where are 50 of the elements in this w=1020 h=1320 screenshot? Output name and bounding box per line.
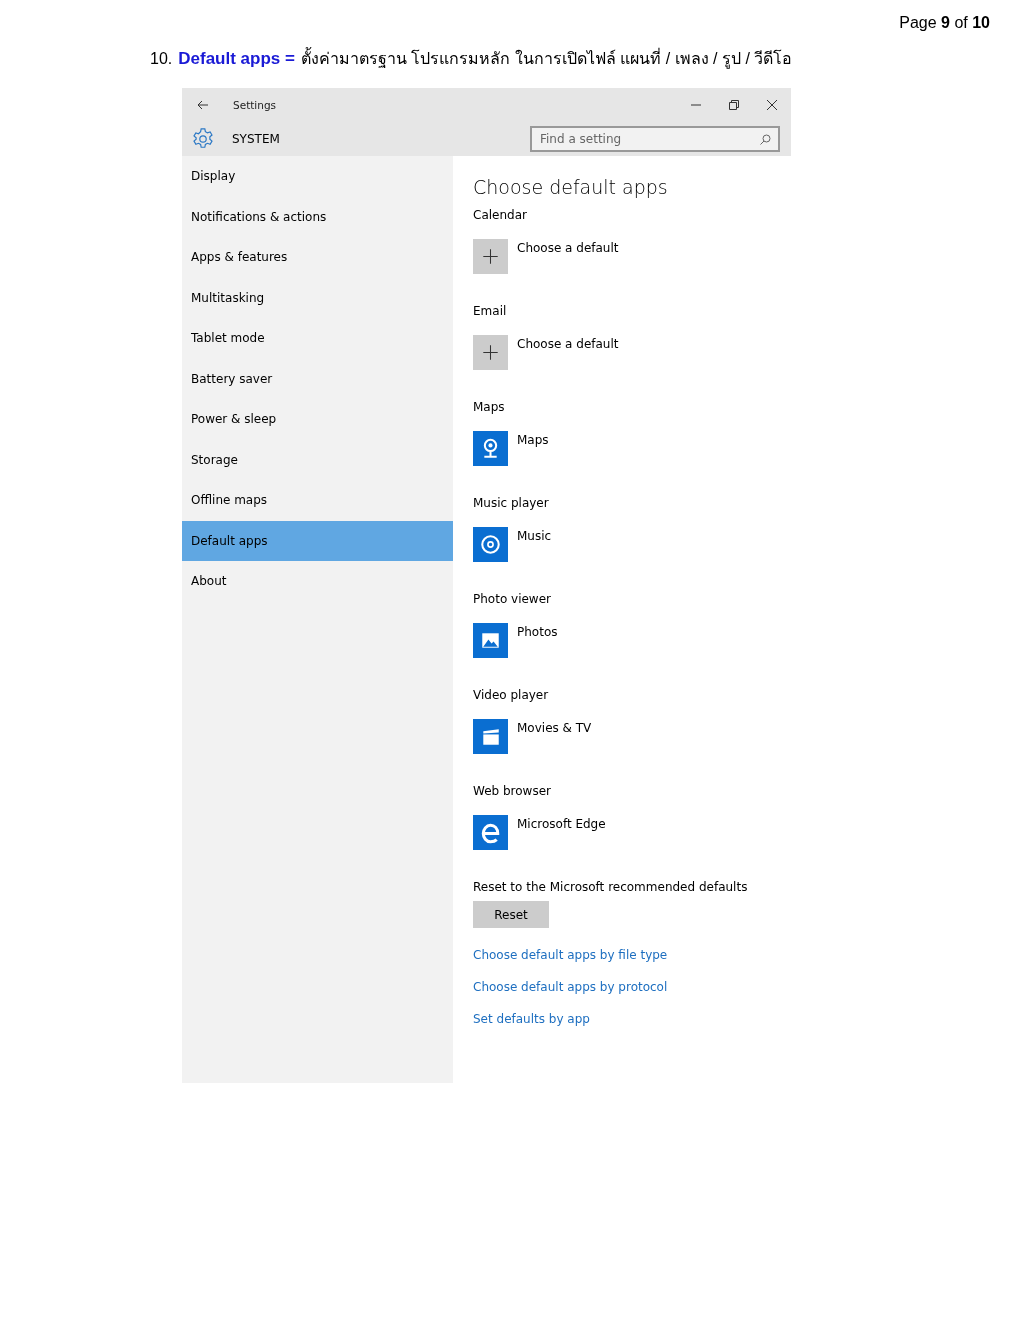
restore-icon[interactable] <box>729 100 739 110</box>
add-tile-icon[interactable] <box>473 335 508 370</box>
page-number: Page 9 of 10 <box>898 14 990 32</box>
app-name[interactable]: Choose a default <box>517 337 619 351</box>
gear-icon <box>192 128 214 150</box>
app-name[interactable]: Movies & TV <box>517 721 592 735</box>
category-label: Photo viewer <box>473 592 552 606</box>
heading-description: ตั้งค่ามาตรฐาน โปรแกรมหลัก ในการเปิดไฟล์ แผนที่ / เพลง / รูป / วีดีโอ <box>300 46 793 71</box>
add-tile-icon[interactable] <box>473 239 508 274</box>
category-label: Web browser <box>473 784 552 798</box>
search-icon <box>760 134 771 145</box>
sidebar-item[interactable]: Storage <box>182 439 453 480</box>
category-label: Video player <box>473 688 550 702</box>
sidebar-item[interactable]: Offline maps <box>182 480 453 521</box>
sidebar-item[interactable]: Power & sleep <box>182 399 453 440</box>
link[interactable]: Set defaults by app <box>473 1012 590 1026</box>
sidebar-item[interactable]: About <box>182 561 453 602</box>
app-name[interactable]: Maps <box>517 433 549 447</box>
link[interactable]: Choose default apps by file type <box>473 948 668 962</box>
close-icon[interactable] <box>767 100 777 110</box>
browser-tile-icon[interactable] <box>473 815 508 850</box>
category-label: Email <box>473 304 508 318</box>
search-field[interactable]: Find a setting <box>530 126 780 152</box>
category-label: Calendar <box>473 208 528 222</box>
category-label: Music player <box>473 496 550 510</box>
sidebar-item[interactable]: Notifications & actions <box>182 196 453 237</box>
app-name[interactable]: Music <box>517 529 552 543</box>
disc-tile-icon[interactable] <box>473 527 508 562</box>
reset-button[interactable]: Reset <box>473 901 549 928</box>
reset-label: Reset to the Microsoft recommended defaults <box>473 880 748 894</box>
section-title: SYSTEM <box>232 132 280 146</box>
map-pin-tile-icon[interactable] <box>473 431 508 466</box>
sidebar-item[interactable]: Multitasking <box>182 277 453 318</box>
app-name[interactable]: Photos <box>517 625 558 639</box>
sidebar-item[interactable]: Default apps <box>182 520 453 561</box>
heading-title: Default apps = <box>178 49 295 69</box>
photo-tile-icon[interactable] <box>473 623 508 658</box>
window-title: Settings <box>233 99 277 111</box>
sidebar-item[interactable]: Apps & features <box>182 237 453 278</box>
link[interactable]: Choose default apps by protocol <box>473 980 668 994</box>
app-name[interactable]: Choose a default <box>517 241 619 255</box>
page-title: Choose default apps <box>473 176 668 198</box>
back-arrow-icon[interactable] <box>197 100 209 110</box>
category-label: Maps <box>473 400 506 414</box>
clapperboard-tile-icon[interactable] <box>473 719 508 754</box>
heading-number: 10. <box>150 50 173 68</box>
sidebar-item[interactable]: Tablet mode <box>182 318 453 359</box>
sidebar-item[interactable]: Display <box>182 156 453 197</box>
app-name[interactable]: Microsoft Edge <box>517 817 606 831</box>
sidebar-item[interactable]: Battery saver <box>182 358 453 399</box>
